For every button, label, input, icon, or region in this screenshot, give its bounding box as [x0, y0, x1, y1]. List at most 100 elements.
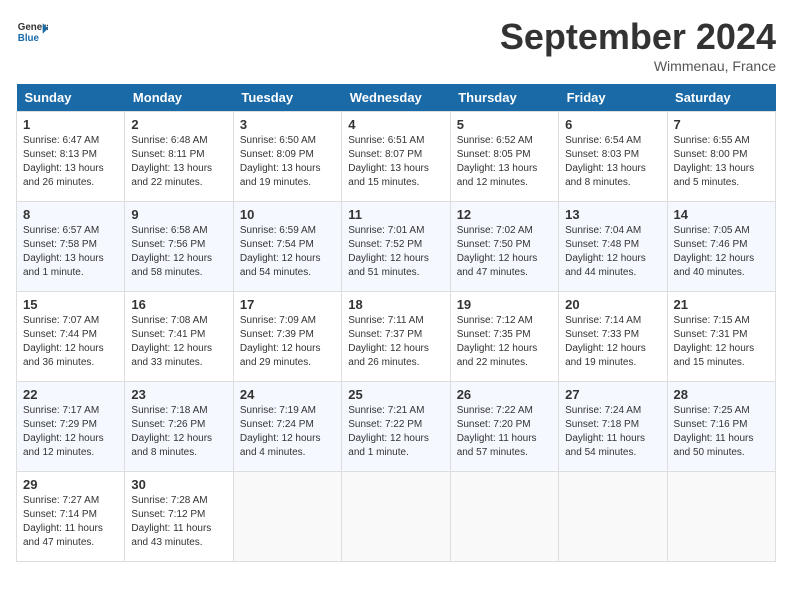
day-number: 19 [457, 297, 552, 312]
calendar-cell: 15 Sunrise: 7:07 AM Sunset: 7:44 PM Dayli… [17, 292, 125, 382]
day-info: Sunrise: 7:09 AM Sunset: 7:39 PM Dayligh… [240, 314, 335, 370]
calendar-cell: 30Sunrise: 7:28 AM Sunset: 7:12 PM Dayli… [125, 472, 233, 562]
day-number: 6 [565, 117, 660, 132]
weekday-header-sunday: Sunday [17, 84, 125, 112]
weekday-header-tuesday: Tuesday [233, 84, 341, 112]
day-info: Sunrise: 6:58 AM Sunset: 7:56 PM Dayligh… [131, 224, 226, 280]
calendar-cell: 11 Sunrise: 7:01 AM Sunset: 7:52 PM Dayli… [342, 202, 450, 292]
day-number: 26 [457, 387, 552, 402]
weekday-header-friday: Friday [559, 84, 667, 112]
day-number: 14 [674, 207, 769, 222]
day-number: 3 [240, 117, 335, 132]
day-number: 16 [131, 297, 226, 312]
calendar-cell: 12 Sunrise: 7:02 AM Sunset: 7:50 PM Dayli… [450, 202, 558, 292]
day-number: 23 [131, 387, 226, 402]
calendar-cell: 10 Sunrise: 6:59 AM Sunset: 7:54 PM Dayli… [233, 202, 341, 292]
calendar-week-5: 29 Sunrise: 7:27 AM Sunset: 7:14 PM Dayli… [17, 472, 776, 562]
day-number: 8 [23, 207, 118, 222]
day-info: Sunrise: 7:18 AM Sunset: 7:26 PM Dayligh… [131, 404, 226, 460]
logo-icon: General Blue [16, 16, 48, 48]
day-number: 4 [348, 117, 443, 132]
weekday-header-monday: Monday [125, 84, 233, 112]
calendar-cell: 18 Sunrise: 7:11 AM Sunset: 7:37 PM Dayli… [342, 292, 450, 382]
svg-text:Blue: Blue [18, 33, 40, 44]
day-number: 27 [565, 387, 660, 402]
day-number: 29 [23, 477, 118, 492]
calendar-cell: 19 Sunrise: 7:12 AM Sunset: 7:35 PM Dayli… [450, 292, 558, 382]
day-number: 12 [457, 207, 552, 222]
calendar-cell: 27 Sunrise: 7:24 AM Sunset: 7:18 PM Dayli… [559, 382, 667, 472]
calendar-cell [559, 472, 667, 562]
day-info: Sunrise: 7:12 AM Sunset: 7:35 PM Dayligh… [457, 314, 552, 370]
calendar-cell: 2 Sunrise: 6:48 AM Sunset: 8:11 PM Daylig… [125, 112, 233, 202]
calendar-header-row: SundayMondayTuesdayWednesdayThursdayFrid… [17, 84, 776, 112]
logo: General Blue [16, 16, 48, 48]
calendar-cell: 17 Sunrise: 7:09 AM Sunset: 7:39 PM Dayli… [233, 292, 341, 382]
day-info: Sunrise: 6:52 AM Sunset: 8:05 PM Dayligh… [457, 134, 552, 190]
calendar-cell: 20Sunrise: 7:14 AM Sunset: 7:33 PM Dayli… [559, 292, 667, 382]
calendar-cell: 1Sunrise: 6:47 AM Sunset: 8:13 PM Daylig… [17, 112, 125, 202]
calendar-week-2: 8 Sunrise: 6:57 AM Sunset: 7:58 PM Daylig… [17, 202, 776, 292]
day-info: Sunrise: 7:25 AM Sunset: 7:16 PM Dayligh… [674, 404, 769, 460]
day-info: Sunrise: 7:05 AM Sunset: 7:46 PM Dayligh… [674, 224, 769, 280]
day-number: 20 [565, 297, 660, 312]
day-info: Sunrise: 7:11 AM Sunset: 7:37 PM Dayligh… [348, 314, 443, 370]
calendar-cell: 23 Sunrise: 7:18 AM Sunset: 7:26 PM Dayli… [125, 382, 233, 472]
day-info: Sunrise: 7:02 AM Sunset: 7:50 PM Dayligh… [457, 224, 552, 280]
day-number: 13 [565, 207, 660, 222]
title-block: September 2024 Wimmenau, France [500, 16, 776, 74]
calendar-week-1: 1Sunrise: 6:47 AM Sunset: 8:13 PM Daylig… [17, 112, 776, 202]
day-number: 15 [23, 297, 118, 312]
calendar-cell: 16 Sunrise: 7:08 AM Sunset: 7:41 PM Dayli… [125, 292, 233, 382]
calendar-cell: 4 Sunrise: 6:51 AM Sunset: 8:07 PM Daylig… [342, 112, 450, 202]
calendar-cell [667, 472, 775, 562]
calendar-cell: 3 Sunrise: 6:50 AM Sunset: 8:09 PM Daylig… [233, 112, 341, 202]
calendar-cell: 5 Sunrise: 6:52 AM Sunset: 8:05 PM Daylig… [450, 112, 558, 202]
day-info: Sunrise: 6:59 AM Sunset: 7:54 PM Dayligh… [240, 224, 335, 280]
day-number: 21 [674, 297, 769, 312]
calendar-cell: 22 Sunrise: 7:17 AM Sunset: 7:29 PM Dayli… [17, 382, 125, 472]
day-info: Sunrise: 7:01 AM Sunset: 7:52 PM Dayligh… [348, 224, 443, 280]
day-info: Sunrise: 6:54 AM Sunset: 8:03 PM Dayligh… [565, 134, 660, 190]
day-info: Sunrise: 7:17 AM Sunset: 7:29 PM Dayligh… [23, 404, 118, 460]
day-info: Sunrise: 7:08 AM Sunset: 7:41 PM Dayligh… [131, 314, 226, 370]
day-number: 10 [240, 207, 335, 222]
calendar-cell: 8 Sunrise: 6:57 AM Sunset: 7:58 PM Daylig… [17, 202, 125, 292]
calendar-week-4: 22 Sunrise: 7:17 AM Sunset: 7:29 PM Dayli… [17, 382, 776, 472]
day-info: Sunrise: 6:50 AM Sunset: 8:09 PM Dayligh… [240, 134, 335, 190]
calendar-cell: 28 Sunrise: 7:25 AM Sunset: 7:16 PM Dayli… [667, 382, 775, 472]
calendar-cell [233, 472, 341, 562]
day-info: Sunrise: 6:48 AM Sunset: 8:11 PM Dayligh… [131, 134, 226, 190]
calendar-cell: 7Sunrise: 6:55 AM Sunset: 8:00 PM Daylig… [667, 112, 775, 202]
day-number: 22 [23, 387, 118, 402]
calendar-cell: 14 Sunrise: 7:05 AM Sunset: 7:46 PM Dayli… [667, 202, 775, 292]
day-info: Sunrise: 6:57 AM Sunset: 7:58 PM Dayligh… [23, 224, 118, 280]
calendar-cell: 9 Sunrise: 6:58 AM Sunset: 7:56 PM Daylig… [125, 202, 233, 292]
day-info: Sunrise: 6:51 AM Sunset: 8:07 PM Dayligh… [348, 134, 443, 190]
day-number: 5 [457, 117, 552, 132]
day-number: 1 [23, 117, 118, 132]
calendar-cell: 29 Sunrise: 7:27 AM Sunset: 7:14 PM Dayli… [17, 472, 125, 562]
weekday-header-thursday: Thursday [450, 84, 558, 112]
day-number: 28 [674, 387, 769, 402]
calendar-body: 1Sunrise: 6:47 AM Sunset: 8:13 PM Daylig… [17, 112, 776, 562]
day-number: 17 [240, 297, 335, 312]
day-number: 2 [131, 117, 226, 132]
day-number: 9 [131, 207, 226, 222]
calendar-table: SundayMondayTuesdayWednesdayThursdayFrid… [16, 84, 776, 562]
day-info: Sunrise: 7:28 AM Sunset: 7:12 PM Dayligh… [131, 494, 226, 550]
calendar-subtitle: Wimmenau, France [500, 58, 776, 74]
day-info: Sunrise: 7:19 AM Sunset: 7:24 PM Dayligh… [240, 404, 335, 460]
day-info: Sunrise: 7:07 AM Sunset: 7:44 PM Dayligh… [23, 314, 118, 370]
calendar-cell: 26Sunrise: 7:22 AM Sunset: 7:20 PM Dayli… [450, 382, 558, 472]
page-header: General Blue September 2024 Wimmenau, Fr… [16, 16, 776, 74]
day-number: 18 [348, 297, 443, 312]
day-info: Sunrise: 7:04 AM Sunset: 7:48 PM Dayligh… [565, 224, 660, 280]
day-number: 11 [348, 207, 443, 222]
weekday-header-saturday: Saturday [667, 84, 775, 112]
calendar-title: September 2024 [500, 16, 776, 58]
day-number: 25 [348, 387, 443, 402]
day-info: Sunrise: 7:27 AM Sunset: 7:14 PM Dayligh… [23, 494, 118, 550]
day-info: Sunrise: 7:24 AM Sunset: 7:18 PM Dayligh… [565, 404, 660, 460]
day-info: Sunrise: 7:21 AM Sunset: 7:22 PM Dayligh… [348, 404, 443, 460]
